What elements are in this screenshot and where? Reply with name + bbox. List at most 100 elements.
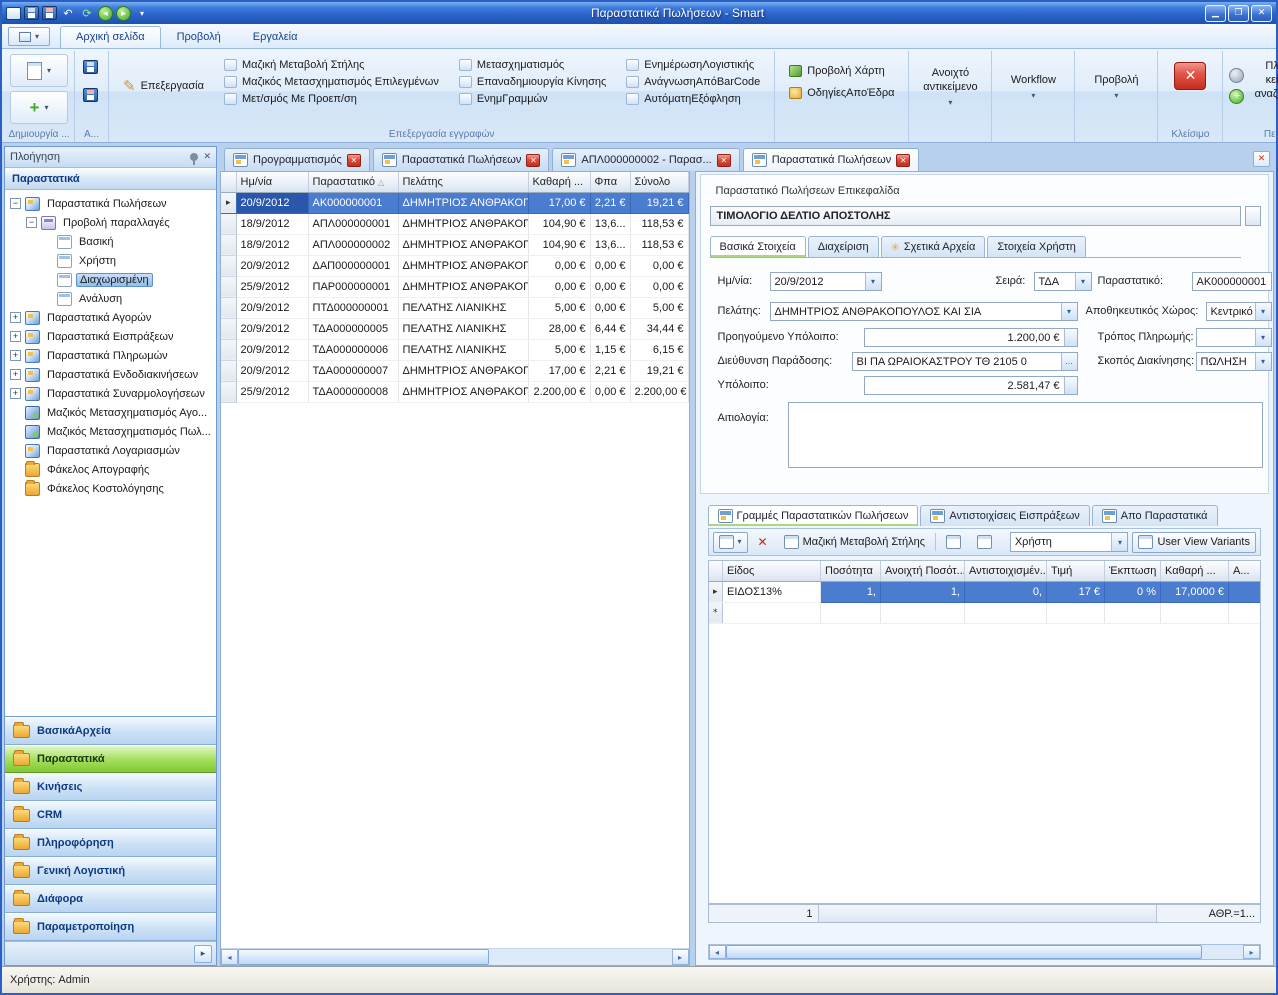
cell-document[interactable]: ΠΤΔ000000001 (308, 297, 398, 318)
column-header-matched[interactable]: Αντιστοιχισμέν... (965, 561, 1047, 581)
chevron-down-icon[interactable]: ▾ (1075, 273, 1091, 290)
ribbon-button[interactable]: ΑνάγνωσηΑπόBarCode (624, 75, 762, 89)
tree-item[interactable]: Ανάλυση (5, 289, 216, 308)
cell-vat[interactable]: 13,6... (590, 234, 630, 255)
tree-item[interactable]: Χρήστη (5, 251, 216, 270)
cell-item[interactable]: ΕΙΔΟΣ13% (723, 581, 821, 602)
scroll-left-icon[interactable]: ◂ (221, 949, 238, 965)
document-number-field[interactable]: ΑΚ000000001 (1192, 272, 1272, 291)
cell-document[interactable]: ΤΔΑ000000006 (308, 339, 398, 360)
cell-total[interactable]: 19,21 € (630, 360, 688, 381)
table-row[interactable]: 20/9/2012 ΤΔΑ000000006 ΠΕΛΑΤΗΣ ΛΙΑΝΙΚΗΣ … (221, 339, 688, 360)
balance-field[interactable]: 2.581,47 € (864, 376, 1078, 395)
scroll-thumb[interactable] (238, 949, 489, 965)
cell-net[interactable] (1161, 602, 1229, 623)
scroll-thumb[interactable] (726, 945, 1202, 959)
cell-customer[interactable]: ΔΗΜΗΤΡΙΟΣ ΑΝΘΡΑΚΟΠ... (398, 381, 528, 402)
column-header-vat[interactable]: Φπα (590, 172, 630, 192)
column-header-net[interactable]: Καθαρή ... (528, 172, 590, 192)
chevron-down-icon[interactable]: ▾ (1111, 533, 1127, 551)
movement-purpose-combobox[interactable]: ΠΩΛΗΣΗ▾ (1196, 352, 1272, 371)
chevron-down-icon[interactable]: ▾ (1255, 303, 1271, 320)
cell-net[interactable]: 2.200,00 € (528, 381, 590, 402)
cell-document[interactable]: ΤΔΑ000000008 (308, 381, 398, 402)
cell-vat[interactable]: 0,00 € (590, 276, 630, 297)
cell-net[interactable]: 17,00 € (528, 192, 590, 213)
chevron-down-icon[interactable]: ▾ (1255, 329, 1271, 346)
nav-pliroforisi[interactable]: Πληροφόρηση (5, 829, 216, 857)
cell-open-quantity[interactable]: 1, (881, 581, 965, 602)
cell-net[interactable]: 28,00 € (528, 318, 590, 339)
main-menu-button[interactable]: ▾ (8, 27, 50, 46)
cell-total[interactable]: 19,21 € (630, 192, 688, 213)
tree-expand-icon[interactable]: + (10, 350, 21, 361)
cell-customer[interactable]: ΠΕΛΑΤΗΣ ΛΙΑΝΙΚΗΣ (398, 297, 528, 318)
workflow-button[interactable]: Workflow ▾ (998, 54, 1068, 120)
series-combobox[interactable]: ΤΔΑ▾ (1034, 272, 1092, 291)
tree-expand-icon[interactable]: + (10, 312, 21, 323)
save-all-icon[interactable] (42, 6, 57, 20)
calculator-icon[interactable] (1064, 329, 1077, 346)
chevron-down-icon[interactable]: ▾ (865, 273, 881, 290)
tab-receipt-matching[interactable]: Αντιστοιχίσεις Εισπράξεων (920, 505, 1089, 526)
ribbon-button[interactable]: ΕνημέρωσηΛογιστικής (624, 58, 762, 72)
column-header-customer[interactable]: Πελάτης (398, 172, 528, 192)
chevron-down-icon[interactable]: ▾ (1255, 353, 1271, 370)
cell-date[interactable]: 20/9/2012 (236, 360, 308, 381)
directions-button[interactable]: ΟδηγίεςΑποΈδρα (787, 86, 896, 100)
column-header-discount[interactable]: Έκπτωση (1105, 561, 1161, 581)
calculator-icon[interactable] (1064, 377, 1077, 394)
scroll-track[interactable] (726, 945, 1244, 959)
cell-total[interactable]: 5,00 € (630, 297, 688, 318)
info-icon[interactable] (1229, 68, 1244, 83)
tree-item[interactable]: +Παραστατικά Αγορών (5, 308, 216, 327)
cell-document[interactable]: ΔΑΠ000000001 (308, 255, 398, 276)
cell-date[interactable]: 18/9/2012 (236, 234, 308, 255)
close-tab-icon[interactable]: ✕ (717, 154, 731, 167)
cell-quantity[interactable]: 1, (821, 581, 881, 602)
tree-item[interactable]: +Παραστατικά Ενδοδιακινήσεων (5, 365, 216, 384)
undo-icon[interactable]: ↶ (60, 6, 76, 21)
doc-band-button[interactable] (1245, 206, 1261, 226)
tree-item[interactable]: Μαζικός Μετασχηματισμός Πωλ... (5, 422, 216, 441)
tab-home[interactable]: Αρχική σελίδα (60, 26, 161, 48)
table-row-selected[interactable]: ▸ ΕΙΔΟΣ13% 1, 1, 0, 17 € 0 % 17,0000 € (709, 581, 1262, 602)
new-document-button[interactable]: ▾ (10, 54, 68, 87)
doc-tab[interactable]: ΑΠΛ000000002 - Παρασ...✕ (552, 148, 739, 171)
cell-customer[interactable]: ΔΗΜΗΤΡΙΟΣ ΑΝΘΡΑΚΟΠ... (398, 213, 528, 234)
ribbon-button[interactable]: Μετ/σμός Με Προεπ/ση (222, 92, 441, 106)
close-all-tabs-icon[interactable]: ✕ (1253, 151, 1270, 167)
cell-net[interactable]: 0,00 € (528, 276, 590, 297)
table-row[interactable]: 20/9/2012 ΔΑΠ000000001 ΔΗΜΗΤΡΙΟΣ ΑΝΘΡΑΚΟ… (221, 255, 688, 276)
map-view-button[interactable]: Προβολή Χάρτη (787, 64, 896, 78)
column-header-extra[interactable]: Α... (1229, 561, 1262, 581)
tree-item[interactable]: Παραστατικά Λογαριασμών (5, 441, 216, 460)
cell-total[interactable]: 0,00 € (630, 276, 688, 297)
chevron-right-icon[interactable]: ▸ (194, 945, 212, 963)
table-row[interactable]: 25/9/2012 ΤΔΑ000000008 ΔΗΜΗΤΡΙΟΣ ΑΝΘΡΑΚΟ… (221, 381, 688, 402)
tab-basic-info[interactable]: Βασικά Στοιχεία (710, 236, 806, 257)
ribbon-button[interactable]: Μαζικός Μετασχηματισμός Επιλεγμένων (222, 75, 441, 89)
save-icon[interactable] (24, 6, 39, 20)
table-row[interactable]: 18/9/2012 ΑΠΛ000000001 ΔΗΜΗΤΡΙΟΣ ΑΝΘΡΑΚΟ… (221, 213, 688, 234)
doc-tab-active[interactable]: Παραστατικά Πωλήσεων✕ (743, 148, 920, 171)
column-header-open-quantity[interactable]: Ανοιχτή Ποσότ... (881, 561, 965, 581)
column-header-net[interactable]: Καθαρή ... (1161, 561, 1229, 581)
close-button[interactable]: ✕ (1251, 5, 1272, 22)
cell-customer[interactable]: ΠΕΛΑΤΗΣ ΛΙΑΝΙΚΗΣ (398, 318, 528, 339)
cell-document[interactable]: ΑΚ000000001 (308, 192, 398, 213)
cell-document[interactable]: ΑΠΛ000000002 (308, 234, 398, 255)
tree-item[interactable]: Φάκελος Απογραφής (5, 460, 216, 479)
tree-item[interactable]: Μαζικός Μετασχηματισμός Αγο... (5, 403, 216, 422)
cell-vat[interactable]: 1,15 € (590, 339, 630, 360)
nav-section-header[interactable]: Παραστατικά (5, 168, 216, 190)
cell-quantity[interactable] (821, 602, 881, 623)
table-row-selected[interactable]: ▸ 20/9/2012 ΑΚ000000001 ΔΗΜΗΤΡΙΟΣ ΑΝΘΡΑΚ… (221, 192, 688, 213)
back-icon[interactable]: ◂ (98, 6, 113, 21)
scroll-right-icon[interactable]: ▸ (672, 949, 689, 965)
warehouse-combobox[interactable]: Κεντρικό▾ (1206, 302, 1272, 321)
cell-net[interactable]: 104,90 € (528, 213, 590, 234)
close-document-button[interactable]: ✕ (1174, 62, 1206, 90)
delete-line-button[interactable]: ✕ (752, 532, 774, 553)
cell-date[interactable]: 20/9/2012 (236, 192, 308, 213)
